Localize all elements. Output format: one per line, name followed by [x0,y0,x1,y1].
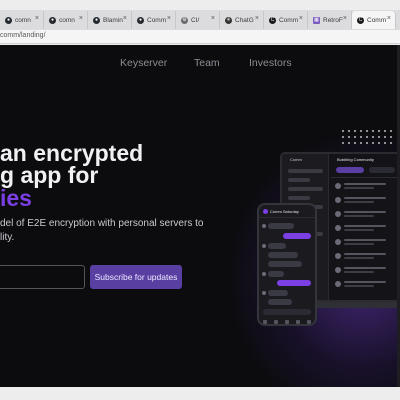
browser-tab-active[interactable]: C Comm × [352,11,396,29]
hero-subtitle-line1: del of E2E encryption with personal serv… [0,218,204,229]
browser-bottom-edge [0,387,400,400]
laptop-tab [369,167,395,173]
close-tab-icon[interactable]: × [35,15,39,22]
avatar [262,272,266,276]
calendar-icon [284,320,289,324]
apps-icon [296,320,301,324]
avatar [263,209,268,214]
list-item [335,182,400,191]
tab-label: Comm [279,16,299,24]
phone-chat-title: Comm Saturday [270,209,299,214]
tab-label: Blamin [103,16,123,24]
browser-tab[interactable]: ● Blamin × [88,11,132,29]
close-tab-icon[interactable]: × [387,15,391,22]
github-icon: ● [93,16,100,24]
tab-label: ChatG [235,16,254,24]
github-icon: ● [137,16,144,24]
laptop-app-title: Comm [290,157,302,162]
tab-bar: ● comn × ● comn × ● Blamin × ● Comm × ⚙ … [0,10,400,30]
avatar [262,291,266,295]
community-icon [273,320,278,324]
subscribe-button[interactable]: Subscribe for updates [90,265,182,289]
nav-link-keyserver[interactable]: Keyserver [120,57,167,69]
decorative-dot-grid [340,128,396,148]
comm-icon: C [357,16,364,24]
chat-bubble [268,223,294,229]
avatar [262,224,266,228]
browser-tab[interactable]: ● comn × [44,11,88,29]
phone-tab-bar [259,318,315,324]
sidebar-line [288,187,323,191]
tab-label: Comm [147,16,167,24]
chat-icon [262,320,267,324]
hero-subtitle-line2: lity. [0,232,15,243]
list-item [335,238,400,247]
browser-tab[interactable]: ✳ ChatG × [220,11,264,29]
avatar [262,244,266,248]
nav-link-investors[interactable]: Investors [249,57,292,69]
github-icon: ● [5,16,12,24]
sidebar-line [288,169,323,173]
laptop-chat-header: Bubbling Community [331,154,400,178]
nav-link-team[interactable]: Team [194,57,220,69]
chat-bubble [268,290,288,296]
hero-headline-line3: ies [0,185,32,211]
browser-tab[interactable]: ● Comm × [132,11,176,29]
laptop-tab-active [336,167,364,173]
tab-label: Comm [367,16,387,24]
close-tab-icon[interactable]: × [123,15,127,22]
browser-tab[interactable]: ⚙ CI/ × [176,11,220,29]
browser-tab[interactable]: C Comm × [264,11,308,29]
sidebar-line [288,178,310,182]
tab-label: RetroF [323,16,343,24]
list-item [335,224,400,233]
chatgpt-icon: ✳ [225,16,232,24]
chat-bubble [268,261,302,267]
close-tab-icon[interactable]: × [167,15,171,22]
chat-bubble [268,243,286,249]
phone-header: Comm Saturday [259,205,315,218]
address-bar[interactable]: comm/landing/ [0,30,400,44]
chat-bubble [268,299,292,305]
list-item [335,196,400,205]
sidebar-line [288,196,310,200]
hero-subtitle: del of E2E encryption with personal serv… [0,217,203,245]
list-item [335,252,400,261]
list-item [335,266,400,275]
laptop-chat-panel: Bubbling Community [331,154,400,300]
gear-icon: ⚙ [181,16,188,24]
comm-icon: C [269,16,276,24]
tab-label: comn [15,16,31,24]
browser-window: ● comn × ● comn × ● Blamin × ● Comm × ⚙ … [0,0,400,400]
close-tab-icon[interactable]: × [343,15,347,22]
close-tab-icon[interactable]: × [79,15,83,22]
close-tab-icon[interactable]: × [211,15,215,22]
close-tab-icon[interactable]: × [255,15,259,22]
chat-bubble [268,271,284,277]
github-icon: ● [49,16,56,24]
top-nav: Keyserver Team Investors [0,57,400,71]
tab-label: comn [59,16,75,24]
browser-tab[interactable]: ● comn × [0,11,44,29]
list-item [335,280,400,289]
chat-bubble [283,233,311,239]
grid-icon: ▦ [313,16,320,24]
email-input[interactable] [0,265,85,289]
phone-message-input [263,309,311,315]
close-tab-icon[interactable]: × [299,15,303,22]
tab-label: CI/ [191,16,200,24]
landing-page: Keyserver Team Investors an encrypted g … [0,45,400,387]
chat-bubble [277,280,311,286]
chat-bubble [268,252,298,258]
phone-mockup: Comm Saturday [257,203,317,326]
laptop-chat-title: Bubbling Community [337,157,374,162]
browser-tab[interactable]: ▦ RetroF × [308,11,352,29]
hero-headline-line2: g app for [0,162,99,188]
profile-icon [307,320,312,324]
url-text[interactable]: comm/landing/ [0,32,46,39]
list-item [335,210,400,219]
